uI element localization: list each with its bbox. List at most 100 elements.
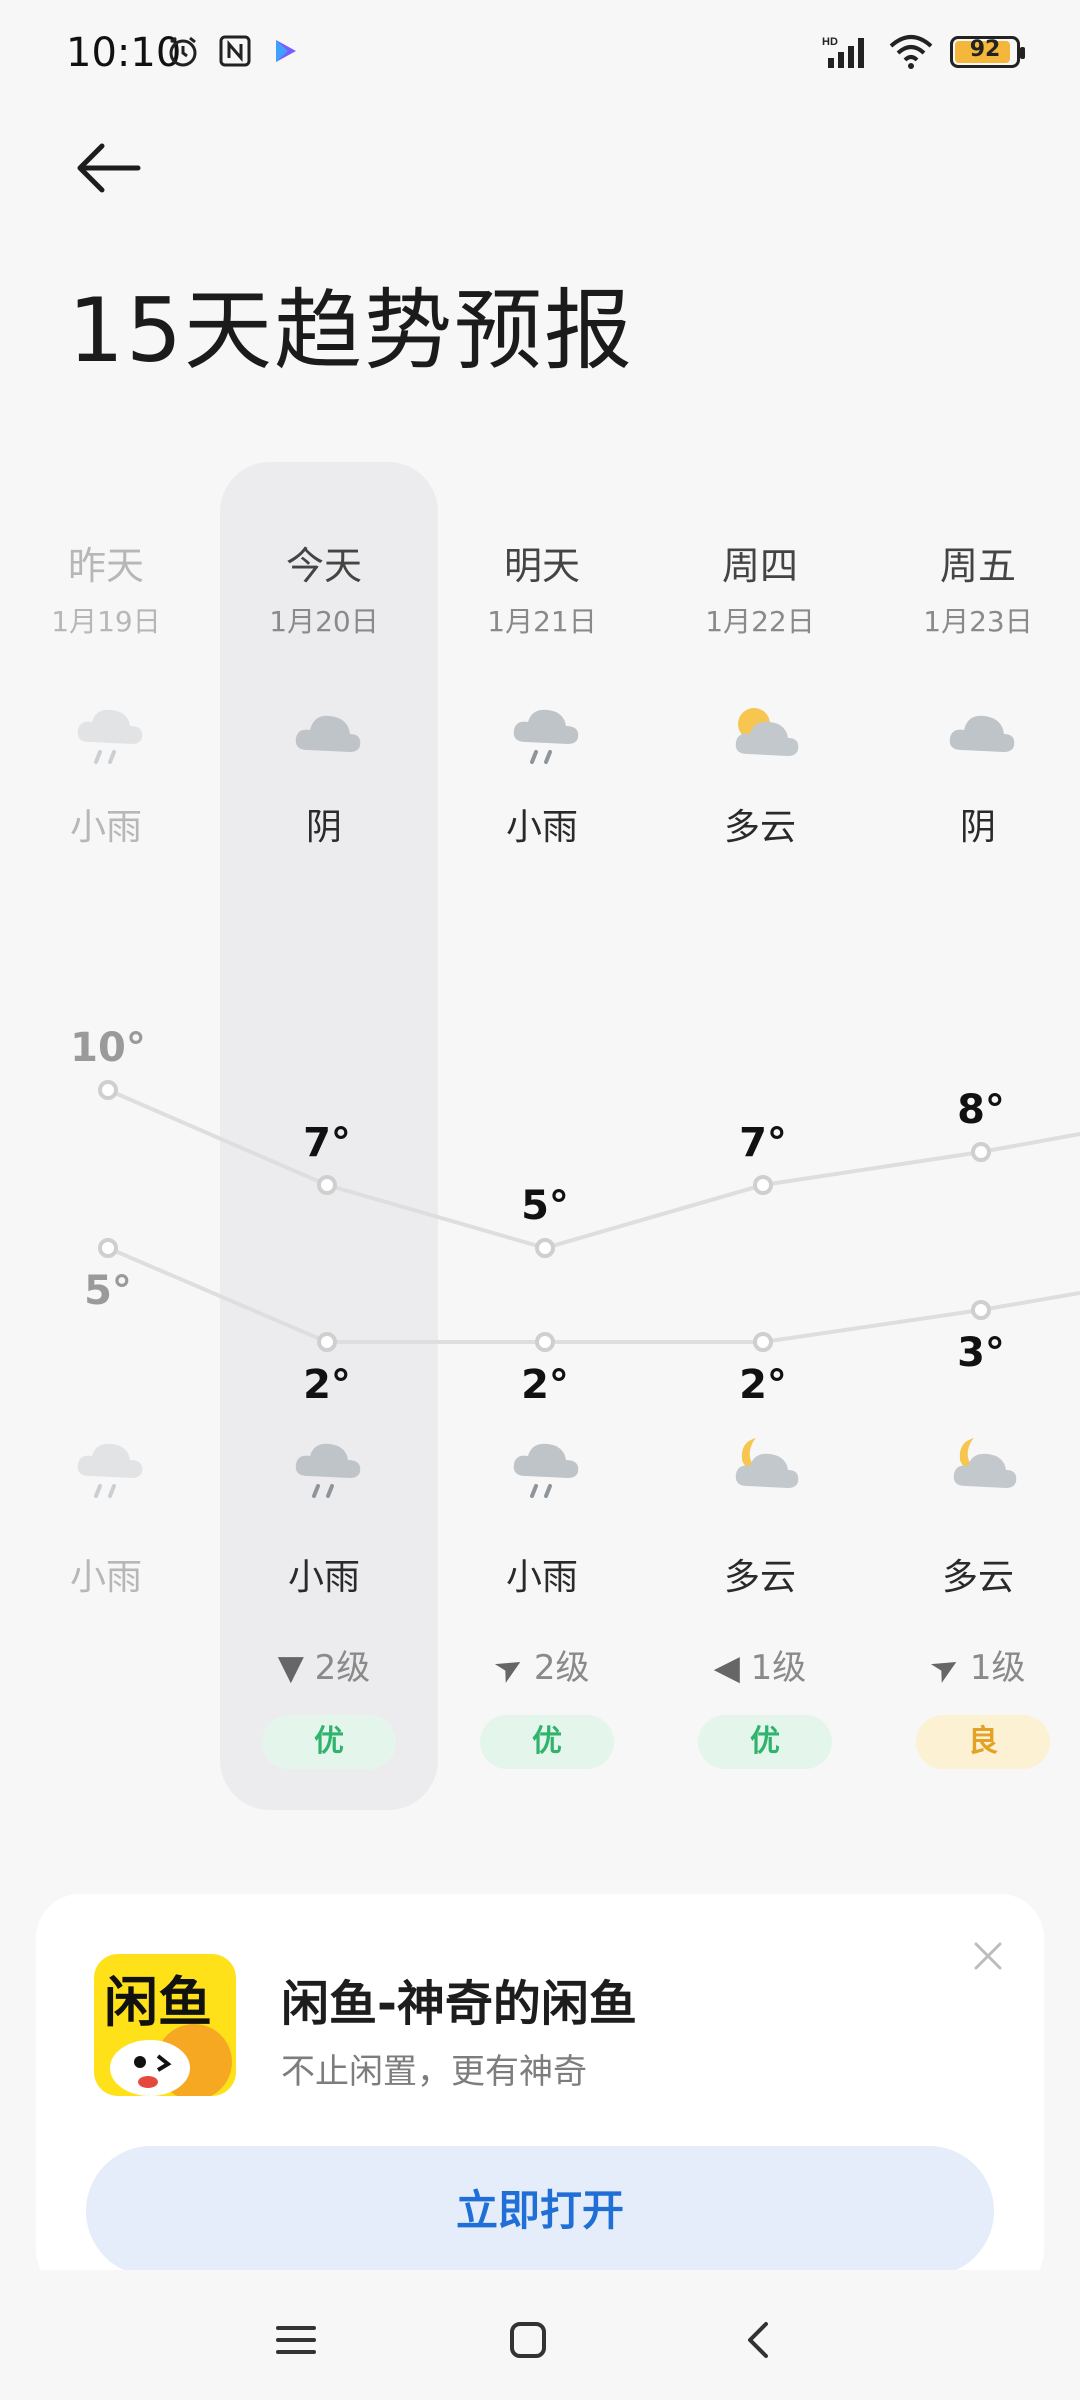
open-app-button[interactable]: 立即打开 (86, 2146, 994, 2276)
aqi-badge[interactable]: 优 (262, 1715, 396, 1769)
day-date: 1月23日 (923, 605, 1033, 638)
high-temp-label: 10° (70, 1025, 146, 1071)
day-weather-cell: 阴 (868, 798, 1080, 850)
low-temp-point (753, 1332, 773, 1352)
battery-level: 92 (969, 37, 1001, 62)
night-weather-text: 小雨 (287, 1557, 360, 1598)
aqi-badge[interactable]: 优 (698, 1715, 832, 1769)
wifi-icon (889, 35, 933, 69)
night-weather-cell: 多云 (650, 1548, 870, 1600)
home-icon[interactable] (498, 2310, 558, 2370)
wind-cell: ➤ 1级 (868, 1640, 1080, 1693)
system-nav-bar (0, 2270, 1080, 2400)
day-date: 1月21日 (487, 605, 597, 638)
high-temp-point (535, 1238, 555, 1258)
night-weather-cell: 多云 (868, 1548, 1080, 1600)
light-rain-icon (513, 709, 579, 764)
day-column[interactable]: 今天 1月20日 (214, 535, 434, 640)
close-icon[interactable] (968, 1936, 1008, 1976)
low-temp-point (317, 1332, 337, 1352)
wind-direction-icon: ◀ (713, 1648, 740, 1688)
day-weather-text: 阴 (305, 807, 342, 848)
day-name: 明天 (503, 544, 580, 588)
day-weather-cell: 小雨 (432, 798, 652, 850)
high-temp-point (971, 1142, 991, 1162)
page-title: 15天趋势预报 (68, 279, 634, 382)
low-temp-label: 5° (84, 1268, 132, 1314)
day-date: 1月19日 (51, 605, 161, 638)
high-temp-point (98, 1080, 118, 1100)
status-left-icons (166, 34, 300, 68)
app-logo: 闲鱼 (94, 1954, 236, 2096)
high-temp-point (317, 1175, 337, 1195)
day-weather-text: 小雨 (505, 807, 578, 848)
night-weather-cell: 小雨 (432, 1548, 652, 1600)
low-temp-line (107, 1246, 1080, 1344)
status-time: 10:10 (66, 30, 182, 76)
high-temp-point (753, 1175, 773, 1195)
battery-icon: 92 (950, 36, 1025, 68)
overcast-icon (295, 715, 361, 752)
day-date: 1月20日 (269, 605, 379, 638)
wind-cell: ➤ 2级 (432, 1640, 652, 1693)
low-temp-label: 2° (521, 1362, 569, 1408)
ad-tagline: 不止闲置，更有神奇 (281, 2052, 587, 2092)
night-weather-cell: 小雨 (214, 1548, 434, 1600)
light-rain-icon (513, 1443, 579, 1498)
day-weather-text: 小雨 (69, 807, 142, 848)
status-bar: 10:10 HD 92 (0, 0, 1080, 110)
wind-cell: ▼ 2级 (214, 1640, 434, 1689)
day-column[interactable]: 周五 1月23日 (868, 535, 1080, 640)
low-temp-point (971, 1300, 991, 1320)
day-weather-cell: 阴 (214, 798, 434, 850)
day-weather-text: 多云 (723, 807, 796, 848)
low-temp-point (98, 1238, 118, 1258)
wind-level: 2级 (314, 1648, 371, 1688)
app-ad-card[interactable]: 闲鱼 闲鱼-神奇的闲鱼 不止闲置，更有神奇 立即打开 (36, 1894, 1044, 2294)
night-weather-text: 多云 (723, 1557, 796, 1598)
day-name: 今天 (285, 544, 362, 588)
high-temp-label: 8° (957, 1087, 1005, 1133)
low-temp-label: 3° (957, 1330, 1005, 1376)
night-weather-text: 小雨 (69, 1557, 142, 1598)
partly-cloudy-night-icon (735, 1438, 799, 1488)
wind-level: 1级 (750, 1648, 807, 1688)
night-weather-text: 多云 (941, 1557, 1014, 1598)
ad-app-name: 闲鱼-神奇的闲鱼 (281, 1976, 637, 2032)
low-temp-point (535, 1332, 555, 1352)
wind-direction-icon: ➤ (486, 1643, 532, 1693)
day-column[interactable]: 明天 1月21日 (432, 535, 652, 640)
day-weather-cell: 多云 (650, 798, 870, 850)
day-column[interactable]: 昨天 1月19日 (0, 535, 216, 640)
wind-cell: ◀ 1级 (650, 1640, 870, 1689)
aqi-badge[interactable]: 良 (916, 1715, 1050, 1769)
back-nav-icon[interactable] (730, 2310, 790, 2370)
wind-direction-icon: ▼ (277, 1648, 304, 1688)
day-date: 1月22日 (705, 605, 815, 638)
back-arrow-icon[interactable] (70, 138, 150, 198)
day-weather-cell: 小雨 (0, 798, 216, 850)
night-weather-text: 小雨 (505, 1557, 578, 1598)
high-temp-label: 7° (739, 1120, 787, 1166)
day-name: 昨天 (67, 544, 144, 588)
wind-direction-icon: ➤ (922, 1643, 968, 1693)
light-rain-icon (77, 1443, 143, 1498)
signal-icon: HD (822, 36, 864, 68)
mascot-icon (110, 2024, 232, 2096)
high-temp-label: 7° (303, 1120, 351, 1166)
day-name: 周五 (939, 544, 1016, 588)
menu-icon[interactable] (266, 2310, 326, 2370)
low-temp-label: 2° (739, 1362, 787, 1408)
day-column[interactable]: 周四 1月22日 (650, 535, 870, 640)
day-name: 周四 (721, 544, 798, 588)
aqi-badge[interactable]: 优 (480, 1715, 614, 1769)
light-rain-icon (77, 709, 143, 764)
overcast-icon (949, 715, 1015, 752)
wind-level: 2级 (533, 1648, 590, 1688)
high-temp-label: 5° (521, 1183, 569, 1229)
wind-level: 1级 (969, 1648, 1026, 1688)
low-temp-label: 2° (303, 1362, 351, 1408)
night-weather-cell: 小雨 (0, 1548, 216, 1600)
nfc-icon (219, 35, 251, 67)
play-store-icon (276, 40, 296, 62)
